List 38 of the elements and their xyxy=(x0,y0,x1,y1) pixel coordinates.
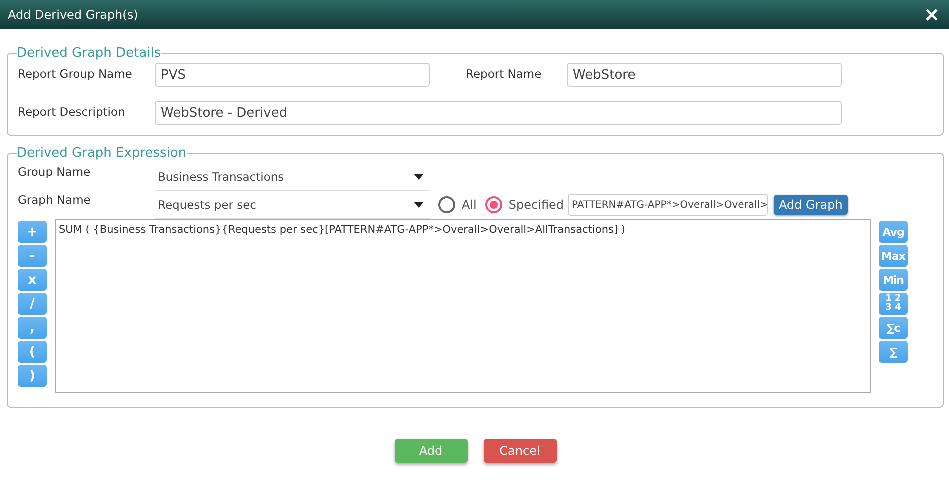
input-field[interactable]: PVS xyxy=(155,63,430,87)
radio-label: All xyxy=(462,198,477,212)
section-legend: Derived Graph Expression xyxy=(17,146,187,161)
expression-field[interactable]: SUM ( {Business Transactions}{Requests per sec}[PATTERN#ATG-APP*>Overall>Overall>AllTransactions] ) xyxy=(55,219,871,393)
add-graph-button[interactable]: Add Graph xyxy=(774,195,848,215)
radio-button[interactable] xyxy=(484,196,503,214)
radio-button[interactable] xyxy=(438,196,456,214)
function-button[interactable]: Avg xyxy=(879,221,908,243)
add-button[interactable]: Add xyxy=(394,439,468,463)
function-button[interactable]: Max xyxy=(879,245,908,267)
cancel-button[interactable]: Cancel xyxy=(484,439,556,463)
function-button[interactable]: ∑ xyxy=(879,341,908,363)
close-icon[interactable] xyxy=(925,8,939,22)
radio-label: Specified xyxy=(508,198,564,212)
input-field[interactable]: PATTERN#ATG-APP*>Overall>Overall> xyxy=(568,194,768,216)
function-button[interactable]: 1 2 3 4 xyxy=(879,293,908,315)
field-label: Group Name xyxy=(18,164,92,179)
operator-button[interactable]: ) xyxy=(18,365,47,387)
dropdown[interactable]: Business Transactions xyxy=(155,163,430,191)
window-title: Add Derived Graph(s) xyxy=(8,8,138,22)
input-field[interactable]: WebStore - Derived xyxy=(155,101,842,125)
function-button[interactable]: ∑c xyxy=(879,317,908,339)
operator-button[interactable]: ( xyxy=(18,341,47,363)
function-button[interactable]: Min xyxy=(879,269,908,291)
input-field[interactable]: WebStore xyxy=(567,63,842,87)
caret-icon xyxy=(414,174,424,180)
dropdown[interactable]: Requests per sec xyxy=(155,191,430,219)
field-label: Graph Name xyxy=(18,192,92,207)
field-label: Report Name xyxy=(466,66,543,81)
operator-button[interactable]: / xyxy=(18,293,47,315)
operator-button[interactable]: + xyxy=(18,221,47,243)
field-label: Report Description xyxy=(18,104,126,119)
operator-button[interactable]: x xyxy=(18,269,47,291)
operator-button[interactable]: - xyxy=(18,245,47,267)
operator-button[interactable]: , xyxy=(18,317,47,339)
section-legend: Derived Graph Details xyxy=(17,46,162,61)
field-label: Report Group Name xyxy=(18,66,134,81)
caret-icon xyxy=(414,202,424,208)
